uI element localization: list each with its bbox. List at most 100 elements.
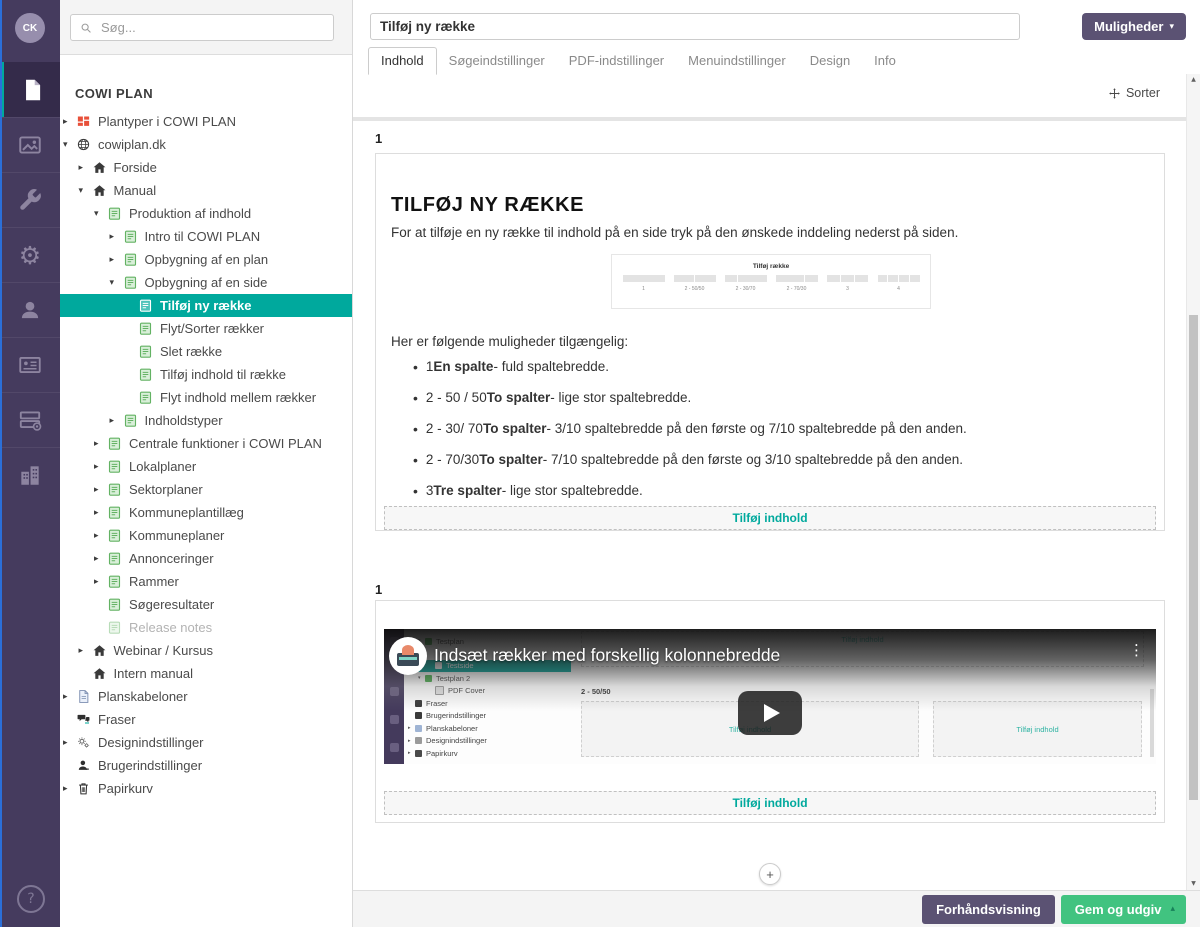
chevron-right-icon[interactable]: ▸ <box>79 646 92 656</box>
tree-item-tilføj-indhold-til-række[interactable]: Tilføj indhold til række <box>60 363 352 386</box>
chevron-right-icon[interactable]: ▸ <box>63 692 76 702</box>
scroll-down-icon[interactable]: ▼ <box>1187 878 1200 890</box>
tree-item-rammer[interactable]: ▸Rammer <box>60 570 352 593</box>
tree-item-søgeresultater[interactable]: Søgeresultater <box>60 593 352 616</box>
tree-item-label: Designindstillinger <box>98 735 204 750</box>
tree-item-designindstillinger[interactable]: ▸ Designindstillinger <box>60 731 352 754</box>
video-player[interactable]: ▾TestplanTestside▾Testplan 2PDF CoverFra… <box>384 629 1156 764</box>
chevron-right-icon[interactable]: ▸ <box>110 232 123 242</box>
options-button[interactable]: Muligheder ▾ <box>1082 13 1186 40</box>
tree-item-indholdstyper[interactable]: ▸Indholdstyper <box>60 409 352 432</box>
avatar[interactable]: CK <box>15 13 45 43</box>
page-green-icon <box>107 574 122 589</box>
sidebar-item-id-card[interactable] <box>0 337 60 392</box>
tree-item-kommuneplaner[interactable]: ▸Kommuneplaner <box>60 524 352 547</box>
tab-info[interactable]: Info <box>862 48 908 74</box>
scrollbar-thumb[interactable] <box>1189 315 1198 800</box>
tab-søgeindstillinger[interactable]: Søgeindstillinger <box>437 48 557 74</box>
add-content-label: Tilføj indhold <box>732 511 807 525</box>
chevron-right-icon[interactable]: ▸ <box>63 784 76 794</box>
sidebar-item-user[interactable] <box>0 282 60 337</box>
sidebar-item-gear[interactable]: ⚙ <box>0 227 60 282</box>
tree-item-label: Brugerindstillinger <box>98 758 202 773</box>
sorter-button[interactable]: Sorter <box>1108 86 1160 100</box>
tree-item-label: Plantyper i COWI PLAN <box>98 114 236 129</box>
row-option-1: 1 <box>623 275 665 292</box>
chevron-right-icon[interactable]: ▸ <box>110 255 123 265</box>
chevron-right-icon[interactable]: ▸ <box>94 577 107 587</box>
help-button[interactable]: ? <box>17 885 45 913</box>
publish-button-label: Gem og udgiv <box>1075 902 1162 917</box>
chevron-right-icon[interactable]: ▸ <box>63 738 76 748</box>
add-row-button[interactable]: + <box>759 863 781 885</box>
tree-item-sektorplaner[interactable]: ▸Sektorplaner <box>60 478 352 501</box>
tree-item-opbygning-af-en-plan[interactable]: ▸Opbygning af en plan <box>60 248 352 271</box>
chevron-right-icon[interactable]: ▸ <box>79 163 92 173</box>
page-green-icon <box>123 252 138 267</box>
chevron-down-icon[interactable]: ▾ <box>110 278 123 288</box>
tree-item-cowiplan-dk[interactable]: ▾cowiplan.dk <box>60 133 352 156</box>
tree-item-flyt-indhold-mellem-rækker[interactable]: Flyt indhold mellem rækker <box>60 386 352 409</box>
tab-menuindstillinger[interactable]: Menuindstillinger <box>676 48 798 74</box>
chevron-right-icon[interactable]: ▸ <box>94 485 107 495</box>
image-icon <box>17 132 43 158</box>
page-green-icon <box>107 482 122 497</box>
sidebar-item-image[interactable] <box>0 117 60 172</box>
tree-item-plantyper-i-cowi-plan[interactable]: ▸ Plantyper i COWI PLAN <box>60 110 352 133</box>
list-intro: Her er følgende muligheder tilgængelig: <box>391 334 628 349</box>
video-menu-icon[interactable]: ⋮ <box>1129 641 1144 659</box>
page-green-icon <box>107 597 122 612</box>
tab-pdf-indstillinger[interactable]: PDF-indstillinger <box>557 48 676 74</box>
tree-item-intro-til-cowi-plan[interactable]: ▸Intro til COWI PLAN <box>60 225 352 248</box>
tree-item-kommuneplantillæg[interactable]: ▸Kommuneplantillæg <box>60 501 352 524</box>
row-options-image-options: 12 - 50/502 - 30/702 - 70/3034 <box>612 275 930 292</box>
tree-item-webinar-kursus[interactable]: ▸Webinar / Kursus <box>60 639 352 662</box>
add-content-button[interactable]: Tilføj indhold <box>384 791 1156 815</box>
tree-item-centrale-funktioner-i-cowi-plan[interactable]: ▸Centrale funktioner i COWI PLAN <box>60 432 352 455</box>
tree-item-slet-række[interactable]: Slet række <box>60 340 352 363</box>
tab-indhold[interactable]: Indhold <box>368 47 437 75</box>
tree-item-forside[interactable]: ▸Forside <box>60 156 352 179</box>
play-button[interactable] <box>738 691 802 735</box>
scrollbar[interactable]: ▲ ▼ <box>1186 74 1200 890</box>
publish-dropdown-caret[interactable]: ▴ <box>1170 904 1175 914</box>
content-viewport: Sorter 1 TILFØJ NY RÆKKE For at tilføje … <box>353 74 1200 890</box>
preview-button[interactable]: Forhåndsvisning <box>922 895 1055 924</box>
tree-item-tilføj-ny-række[interactable]: Tilføj ny række <box>60 294 352 317</box>
chevron-right-icon[interactable]: ▸ <box>94 439 107 449</box>
tree-item-produktion-af-indhold[interactable]: ▾Produktion af indhold <box>60 202 352 225</box>
chevron-right-icon[interactable]: ▸ <box>94 554 107 564</box>
tree-item-papirkurv[interactable]: ▸Papirkurv <box>60 777 352 800</box>
page-green-icon <box>107 459 122 474</box>
tree-item-flyt-sorter-rækker[interactable]: Flyt/Sorter rækker <box>60 317 352 340</box>
chevron-right-icon[interactable]: ▸ <box>110 416 123 426</box>
tree-item-planskabeloner[interactable]: ▸Planskabeloner <box>60 685 352 708</box>
tree-item-release-notes[interactable]: Release notes <box>60 616 352 639</box>
chevron-down-icon[interactable]: ▾ <box>63 140 76 150</box>
tree-item-lokalplaner[interactable]: ▸Lokalplaner <box>60 455 352 478</box>
wrench-icon <box>17 187 43 213</box>
add-content-button[interactable]: Tilføj indhold <box>384 506 1156 530</box>
tree-item-manual[interactable]: ▾Manual <box>60 179 352 202</box>
publish-button[interactable]: Gem og udgiv ▴ <box>1061 895 1186 924</box>
tree-item-annonceringer[interactable]: ▸Annonceringer <box>60 547 352 570</box>
chevron-right-icon[interactable]: ▸ <box>94 462 107 472</box>
tree-item-brugerindstillinger[interactable]: Brugerindstillinger <box>60 754 352 777</box>
page-title-input[interactable] <box>370 13 1020 40</box>
tree-item-intern-manual[interactable]: Intern manual <box>60 662 352 685</box>
page-green-icon <box>138 344 153 359</box>
tree-item-fraser[interactable]: Fraser <box>60 708 352 731</box>
tree-item-opbygning-af-en-side[interactable]: ▾Opbygning af en side <box>60 271 352 294</box>
chevron-right-icon[interactable]: ▸ <box>63 117 76 127</box>
sidebar-item-rows-settings[interactable] <box>0 392 60 447</box>
scroll-up-icon[interactable]: ▲ <box>1187 74 1200 86</box>
chevron-right-icon[interactable]: ▸ <box>94 531 107 541</box>
sidebar-item-document[interactable] <box>0 62 60 117</box>
chevron-down-icon[interactable]: ▾ <box>94 209 107 219</box>
search-input[interactable] <box>99 19 325 36</box>
sidebar-item-buildings[interactable] <box>0 447 60 502</box>
chevron-right-icon[interactable]: ▸ <box>94 508 107 518</box>
chevron-down-icon[interactable]: ▾ <box>79 186 92 196</box>
tab-design[interactable]: Design <box>798 48 862 74</box>
sidebar-item-wrench[interactable] <box>0 172 60 227</box>
